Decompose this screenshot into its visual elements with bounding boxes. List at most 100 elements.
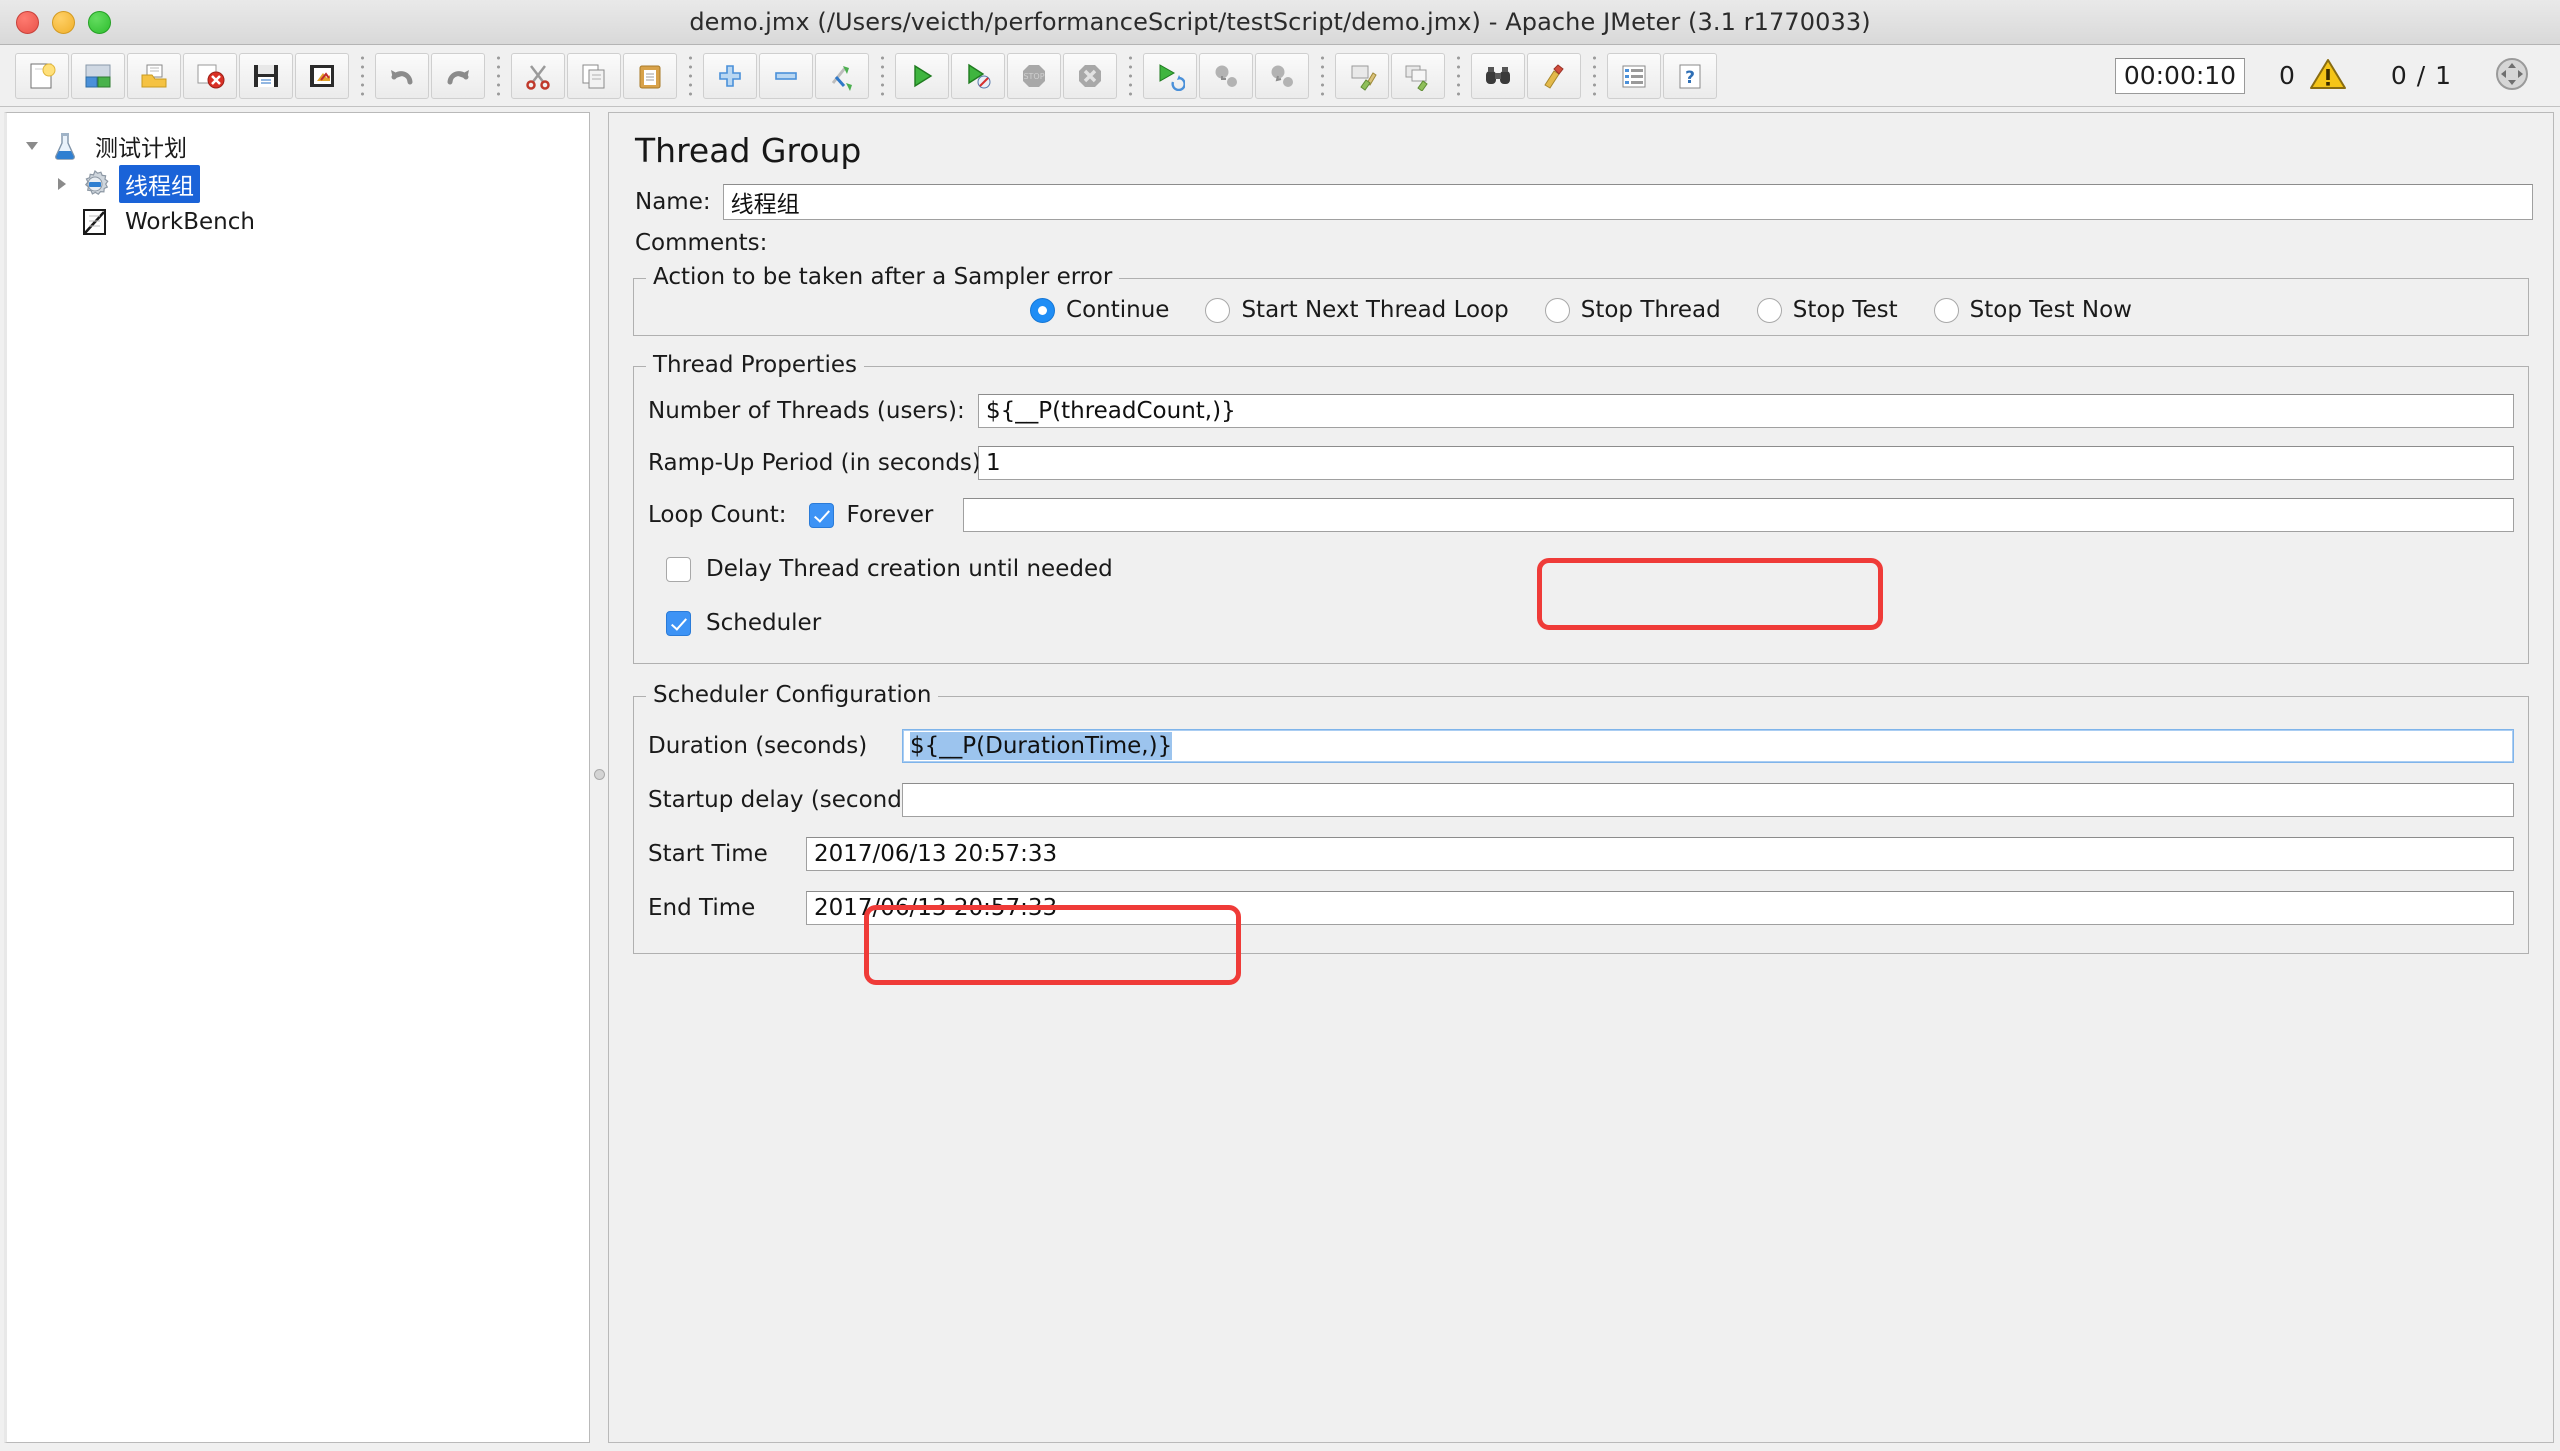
- delay-thread-checkbox[interactable]: [666, 556, 691, 582]
- panel-splitter[interactable]: [590, 107, 608, 1451]
- radio-stop-test-now[interactable]: Stop Test Now: [1933, 297, 2132, 323]
- remote-shutdown-icon: [1267, 61, 1297, 91]
- main-content: 测试计划 线程组 WorkBench Thread Group Name: 线程…: [0, 107, 2560, 1451]
- loop-count-label: Loop Count:: [648, 502, 787, 528]
- forever-label: Forever: [846, 502, 934, 528]
- copy-button[interactable]: [567, 52, 621, 99]
- end-time-row: End Time 2017/06/13 20:57:33: [648, 881, 2514, 935]
- toolbar-separator: [1125, 53, 1135, 98]
- new-document-icon: [27, 61, 57, 91]
- start-no-timers-button[interactable]: [951, 52, 1005, 99]
- open-folder-icon: [139, 61, 169, 91]
- radio-stop-test-now-indicator[interactable]: [1933, 297, 1959, 323]
- toolbar-separator: [357, 53, 367, 98]
- tree-label-test-plan: 测试计划: [95, 136, 187, 162]
- redo-button[interactable]: [431, 52, 485, 99]
- loop-count-input[interactable]: [963, 498, 2514, 532]
- test-plan-flask-icon: [47, 131, 83, 161]
- save-button[interactable]: [239, 52, 293, 99]
- toolbar-separator: [1589, 53, 1599, 98]
- radio-stop-test[interactable]: Stop Test: [1756, 297, 1898, 323]
- cut-button[interactable]: [511, 52, 565, 99]
- radio-stop-thread-indicator[interactable]: [1544, 297, 1570, 323]
- number-of-threads-input[interactable]: ${__P(threadCount,)}: [978, 394, 2514, 428]
- tree-label-workbench: WorkBench: [125, 209, 255, 235]
- minimize-button[interactable]: [52, 10, 75, 34]
- expand-collapse-triangle-right-icon[interactable]: [47, 174, 77, 194]
- clear-all-button[interactable]: [1391, 52, 1445, 99]
- scheduler-configuration-groupbox: Scheduler Configuration Duration (second…: [633, 682, 2529, 954]
- warning-triangle-icon[interactable]: [2309, 57, 2347, 95]
- scheduler-checkbox[interactable]: [666, 610, 691, 636]
- open-button[interactable]: [127, 52, 181, 99]
- templates-button[interactable]: [71, 52, 125, 99]
- comments-label: Comments:: [635, 230, 768, 256]
- duration-row: Duration (seconds) ${__P(DurationTime,)}: [648, 719, 2514, 773]
- paste-button[interactable]: [623, 52, 677, 99]
- startup-delay-label: Startup delay (seconds): [648, 787, 923, 813]
- radio-continue-indicator[interactable]: [1030, 297, 1056, 323]
- sampler-error-radio-group: Continue Start Next Thread Loop Stop Thr…: [650, 297, 2512, 323]
- close-button[interactable]: [16, 10, 39, 34]
- test-plan-tree-panel: 测试计划 线程组 WorkBench: [4, 112, 590, 1443]
- radio-start-next-thread-loop[interactable]: Start Next Thread Loop: [1205, 297, 1509, 323]
- radio-continue[interactable]: Continue: [1030, 297, 1169, 323]
- splitter-grip-handle[interactable]: [593, 769, 605, 780]
- page-title: Thread Group: [635, 131, 862, 170]
- function-helper-button[interactable]: [1607, 52, 1661, 99]
- expand-collapse-triangle-down-icon[interactable]: [17, 136, 47, 156]
- duration-selected-text: ${__P(DurationTime,)}: [910, 732, 1173, 760]
- minus-icon: [771, 61, 801, 91]
- delay-thread-label: Delay Thread creation until needed: [706, 556, 1113, 582]
- tree-node-thread-group[interactable]: 线程组: [7, 165, 589, 203]
- templates-icon: [83, 61, 113, 91]
- radio-start-next-thread-loop-indicator[interactable]: [1205, 297, 1231, 323]
- save-as-button[interactable]: [295, 52, 349, 99]
- loop-count-row: Loop Count: Forever: [648, 489, 2514, 541]
- clear-button[interactable]: [1335, 52, 1389, 99]
- radio-stop-thread-label: Stop Thread: [1580, 297, 1721, 323]
- window-title: demo.jmx (/Users/veicth/performanceScrip…: [689, 8, 1871, 36]
- tree-label-thread-group: 线程组: [119, 165, 200, 203]
- reset-search-button[interactable]: [1527, 52, 1581, 99]
- undo-button[interactable]: [375, 52, 429, 99]
- toolbar-separator: [877, 53, 887, 98]
- stop-remote-all-button[interactable]: [1199, 52, 1253, 99]
- forever-checkbox[interactable]: [808, 502, 834, 528]
- connection-status-icon[interactable]: [2492, 54, 2532, 98]
- search-button[interactable]: [1471, 52, 1525, 99]
- active-thread-count: 0 / 1: [2390, 61, 2452, 90]
- duration-label: Duration (seconds): [648, 733, 868, 759]
- reset-search-icon: [1539, 61, 1569, 91]
- expand-all-button[interactable]: [703, 52, 757, 99]
- radio-stop-test-indicator[interactable]: [1756, 297, 1782, 323]
- start-button[interactable]: [895, 52, 949, 99]
- shutdown-button[interactable]: [1063, 52, 1117, 99]
- scheduler-configuration-legend: Scheduler Configuration: [646, 682, 939, 708]
- thread-group-gear-icon: [77, 169, 113, 199]
- end-time-input[interactable]: 2017/06/13 20:57:33: [806, 891, 2514, 925]
- tree-node-test-plan[interactable]: 测试计划: [7, 127, 589, 165]
- tree-node-workbench[interactable]: WorkBench: [7, 203, 589, 241]
- workbench-icon: [77, 207, 113, 237]
- ramp-up-input[interactable]: 1: [978, 446, 2514, 480]
- stop-button[interactable]: STOP: [1007, 52, 1061, 99]
- start-time-input[interactable]: 2017/06/13 20:57:33: [806, 837, 2514, 871]
- name-input[interactable]: 线程组: [722, 184, 2533, 220]
- toggle-icon: [827, 61, 857, 91]
- new-test-plan-button[interactable]: [15, 52, 69, 99]
- radio-stop-thread[interactable]: Stop Thread: [1544, 297, 1721, 323]
- save-disk-icon: [251, 61, 281, 91]
- startup-delay-input[interactable]: [902, 783, 2514, 817]
- zoom-button[interactable]: [88, 10, 111, 34]
- help-button[interactable]: ?: [1663, 52, 1717, 99]
- start-remote-all-button[interactable]: [1143, 52, 1197, 99]
- collapse-all-button[interactable]: [759, 52, 813, 99]
- toggle-button[interactable]: [815, 52, 869, 99]
- scissors-icon: [523, 61, 553, 91]
- toolbar: STOP ? 00:00:10 0 0 / 1: [0, 45, 2560, 107]
- close-button-toolbar[interactable]: [183, 52, 237, 99]
- duration-input[interactable]: ${__P(DurationTime,)}: [902, 729, 2514, 763]
- shutdown-remote-all-button[interactable]: [1255, 52, 1309, 99]
- startup-delay-row: Startup delay (seconds): [648, 773, 2514, 827]
